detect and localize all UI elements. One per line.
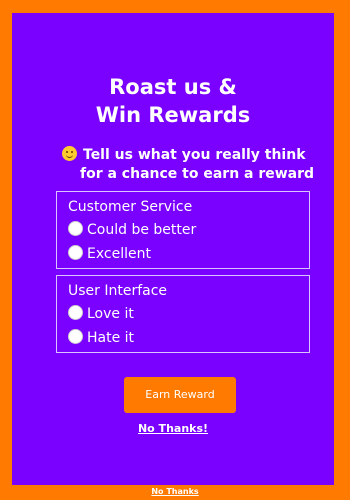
- earn-reward-button[interactable]: Earn Reward: [124, 377, 236, 413]
- popup-subtitle: Tell us what you really think for a chan…: [62, 146, 322, 184]
- radio-circle-icon[interactable]: [68, 245, 83, 260]
- question-label: Customer Service: [68, 199, 193, 215]
- popup-title: Roast us & Win Rewards: [12, 73, 334, 129]
- option-label: Hate it: [87, 330, 135, 346]
- radio-circle-icon[interactable]: [68, 329, 83, 344]
- question-customer-service: Customer Service Could be better Excelle…: [56, 191, 310, 269]
- popup-subtitle-line-2: for a chance to earn a reward: [80, 166, 315, 182]
- option-label: Love it: [87, 306, 134, 322]
- no-thanks-link[interactable]: No Thanks!: [12, 422, 334, 435]
- radio-circle-icon[interactable]: [68, 305, 83, 320]
- smiling-face-icon: [62, 146, 77, 161]
- reward-popup-panel: Roast us & Win Rewards Tell us what you …: [12, 13, 334, 485]
- question-user-interface: User Interface Love it Hate it: [56, 275, 310, 353]
- option-love-it[interactable]: Love it: [68, 305, 134, 323]
- question-label: User Interface: [68, 283, 168, 299]
- popup-title-line-1: Roast us &: [109, 75, 237, 99]
- popup-subtitle-line-1: Tell us what you really think: [62, 146, 322, 165]
- option-hate-it[interactable]: Hate it: [68, 329, 134, 347]
- option-could-be-better[interactable]: Could be better: [68, 221, 196, 239]
- option-excellent[interactable]: Excellent: [68, 245, 151, 263]
- popup-subtitle-text-1: Tell us what you really think: [83, 147, 306, 163]
- option-label: Could be better: [87, 222, 197, 238]
- popup-title-line-2: Win Rewards: [95, 103, 251, 127]
- footer-no-thanks-link[interactable]: No Thanks: [0, 487, 350, 496]
- option-label: Excellent: [87, 246, 151, 262]
- radio-circle-icon[interactable]: [68, 221, 83, 236]
